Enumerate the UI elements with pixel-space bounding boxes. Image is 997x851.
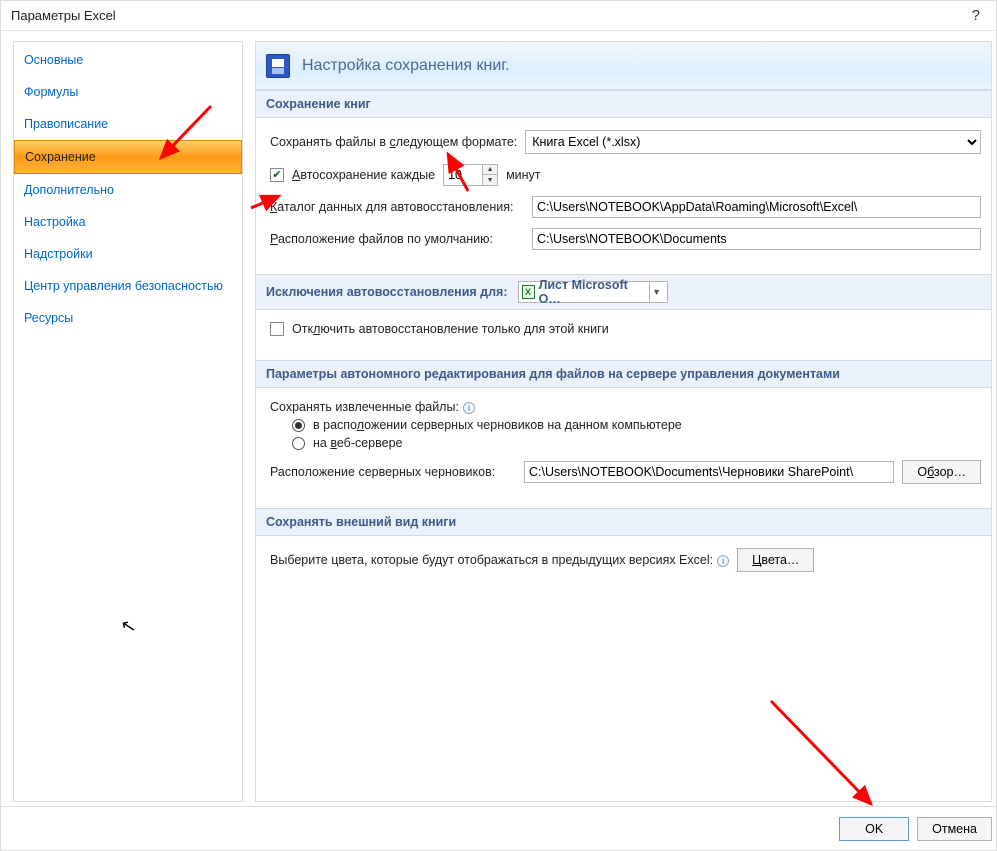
- sidebar-item-addins[interactable]: Надстройки: [14, 238, 242, 270]
- dialog-footer: OK Отмена: [1, 806, 996, 850]
- titlebar: Параметры Excel ?: [1, 1, 996, 31]
- colors-button[interactable]: Цвета…: [737, 548, 814, 572]
- autosave-interval-input[interactable]: [444, 165, 482, 185]
- keep-extracted-label: Сохранять извлеченные файлы:i: [270, 400, 475, 414]
- sidebar-item-save[interactable]: Сохранение: [14, 140, 242, 174]
- spin-down-icon[interactable]: ▼: [483, 175, 497, 185]
- autorecovery-folder-input[interactable]: [532, 196, 981, 218]
- radio-web-server[interactable]: [292, 437, 305, 450]
- excel-file-icon: X: [522, 285, 535, 299]
- ok-button[interactable]: OK: [839, 817, 909, 841]
- workbook-picker[interactable]: X Лист Microsoft O… ▼: [518, 281, 668, 303]
- cancel-button[interactable]: Отмена: [917, 817, 992, 841]
- sidebar-item-advanced[interactable]: Дополнительно: [14, 174, 242, 206]
- browse-button[interactable]: Обзор…: [902, 460, 981, 484]
- default-location-label: Расположение файлов по умолчанию:: [270, 232, 524, 246]
- info-icon[interactable]: i: [717, 555, 729, 567]
- sidebar-item-general[interactable]: Основные: [14, 44, 242, 76]
- save-floppy-icon: [266, 54, 290, 78]
- sidebar-item-trustcenter[interactable]: Центр управления безопасностью: [14, 270, 242, 302]
- autosave-interval-spinner[interactable]: ▲▼: [443, 164, 498, 186]
- category-sidebar: Основные Формулы Правописание Сохранение…: [13, 41, 243, 802]
- autosave-checkbox[interactable]: [270, 168, 284, 182]
- main-panel: Настройка сохранения книг. Сохранение кн…: [255, 41, 992, 802]
- chevron-down-icon[interactable]: ▼: [649, 282, 664, 302]
- page-header: Настройка сохранения книг.: [256, 42, 991, 90]
- dialog-body: Основные Формулы Правописание Сохранение…: [1, 31, 996, 806]
- info-icon[interactable]: i: [463, 402, 475, 414]
- disable-autorecover-checkbox[interactable]: [270, 322, 284, 336]
- radio-web-server-label: на веб-сервере: [313, 436, 403, 450]
- page-title: Настройка сохранения книг.: [302, 57, 510, 75]
- save-format-select[interactable]: Книга Excel (*.xlsx): [525, 130, 981, 154]
- section-preserve-visual: Сохранять внешний вид книги: [256, 508, 991, 536]
- section-autorecover-exceptions: Исключения автовосстановления для: X Лис…: [256, 274, 991, 310]
- workbook-name: Лист Microsoft O…: [539, 278, 645, 306]
- window-title: Параметры Excel: [11, 8, 116, 23]
- server-drafts-location-input[interactable]: [524, 461, 894, 483]
- disable-autorecover-label: Отключить автовосстановление только для …: [292, 322, 609, 336]
- autorecovery-folder-label: Каталог данных для автовосстановления:: [270, 200, 524, 214]
- legacy-colors-label: Выберите цвета, которые будут отображать…: [270, 553, 729, 567]
- sidebar-item-resources[interactable]: Ресурсы: [14, 302, 242, 334]
- server-drafts-location-label: Расположение серверных черновиков:: [270, 465, 516, 479]
- sidebar-item-formulas[interactable]: Формулы: [14, 76, 242, 108]
- sidebar-item-customize[interactable]: Настройка: [14, 206, 242, 238]
- autosave-label: Автосохранение каждые: [292, 168, 435, 182]
- default-location-input[interactable]: [532, 228, 981, 250]
- radio-server-drafts-local[interactable]: [292, 419, 305, 432]
- section-save-workbooks: Сохранение книг: [256, 90, 991, 118]
- spin-up-icon[interactable]: ▲: [483, 165, 497, 175]
- section-offline-editing: Параметры автономного редактирования для…: [256, 360, 991, 388]
- autosave-unit: минут: [506, 168, 540, 182]
- sidebar-item-proofing[interactable]: Правописание: [14, 108, 242, 140]
- help-icon[interactable]: ?: [966, 7, 986, 24]
- save-format-label: Сохранять файлы в следующем формате:: [270, 135, 517, 149]
- radio-server-drafts-local-label: в расположении серверных черновиков на д…: [313, 418, 682, 432]
- options-window: Параметры Excel ? Основные Формулы Право…: [0, 0, 997, 851]
